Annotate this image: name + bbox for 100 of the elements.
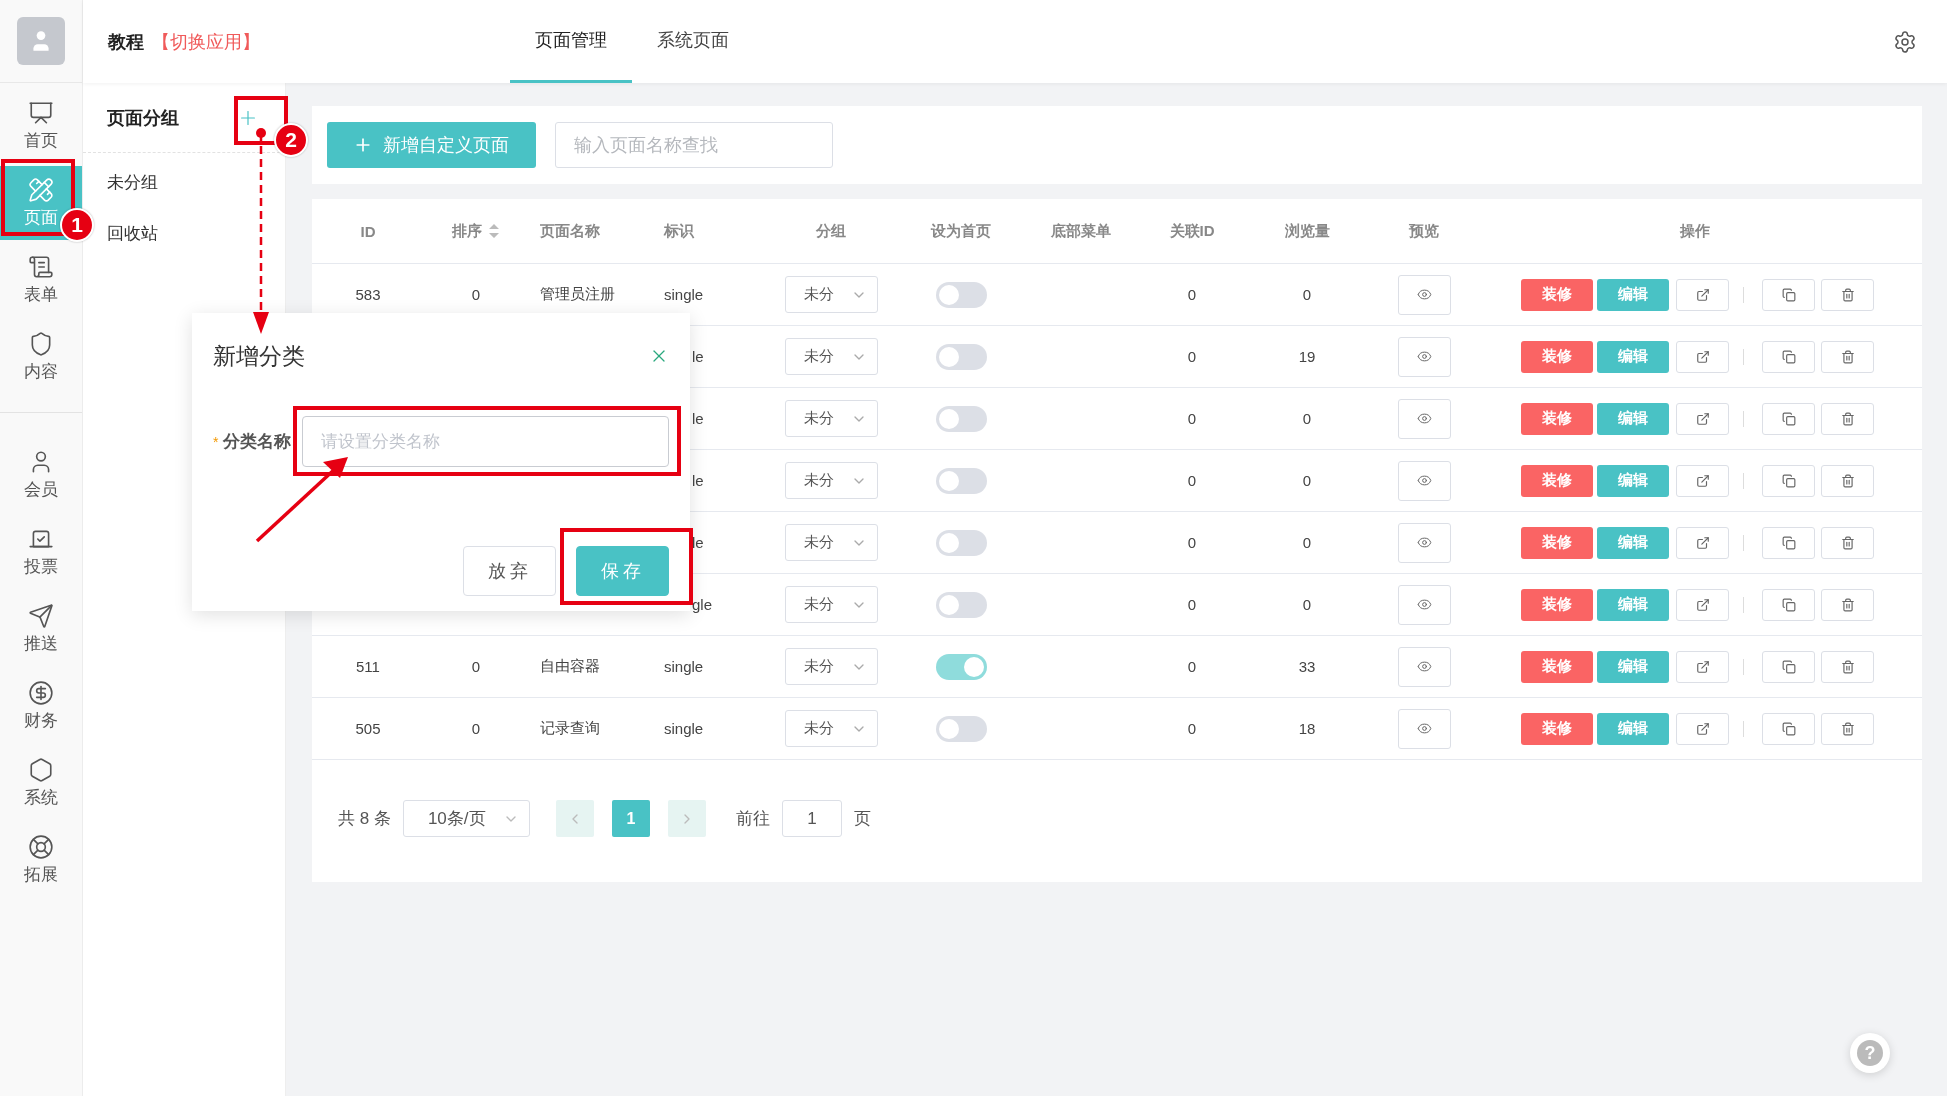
preview-button[interactable]	[1397, 708, 1451, 749]
copy-button[interactable]	[1762, 278, 1815, 311]
avatar[interactable]	[17, 17, 65, 65]
share-icon	[1695, 535, 1710, 550]
share-button[interactable]	[1676, 712, 1729, 745]
nav-item[interactable]: 首页	[0, 89, 82, 163]
page-size-select[interactable]: 10条/页	[402, 800, 530, 837]
table-cell: 0	[1302, 534, 1312, 551]
group-select[interactable]: 未分	[784, 338, 878, 375]
preview-button[interactable]	[1397, 460, 1451, 501]
delete-button[interactable]	[1821, 526, 1874, 559]
toggle-switch[interactable]	[935, 467, 987, 494]
share-icon	[1695, 597, 1710, 612]
column-header: 底部菜单	[1050, 221, 1112, 241]
nav-item[interactable]: 投票	[0, 515, 82, 589]
pencil-ruler-icon	[28, 177, 54, 203]
copy-button[interactable]	[1762, 650, 1815, 683]
group-select[interactable]: 未分	[784, 710, 878, 747]
column-header: 关联ID	[1168, 221, 1216, 241]
copy-button[interactable]	[1762, 712, 1815, 745]
share-button[interactable]	[1676, 588, 1729, 621]
nav-item[interactable]: 表单	[0, 243, 82, 317]
copy-icon	[1781, 535, 1796, 550]
share-button[interactable]	[1676, 278, 1729, 311]
eye-icon	[1416, 287, 1432, 302]
delete-button[interactable]	[1821, 464, 1874, 497]
share-button[interactable]	[1676, 650, 1729, 683]
share-button[interactable]	[1676, 402, 1729, 435]
dialog-title: 新增分类	[213, 341, 305, 371]
delete-button[interactable]	[1821, 340, 1874, 373]
eye-icon	[1416, 535, 1432, 550]
delete-button[interactable]	[1821, 712, 1874, 745]
copy-icon	[1781, 659, 1796, 674]
copy-button[interactable]	[1762, 588, 1815, 621]
sort-icon[interactable]	[488, 223, 500, 239]
copy-button[interactable]	[1762, 464, 1815, 497]
group-select[interactable]: 未分	[784, 586, 878, 623]
table-cell: 0	[1187, 534, 1197, 551]
eye-icon	[1416, 721, 1432, 736]
lifebuoy-icon	[28, 834, 54, 860]
share-button[interactable]	[1676, 340, 1729, 373]
toggle-switch[interactable]	[935, 405, 987, 432]
delete-button[interactable]	[1821, 278, 1874, 311]
group-item[interactable]: 未分组	[107, 157, 158, 208]
toggle-switch[interactable]	[935, 281, 987, 308]
page-suffix: 页	[853, 808, 871, 830]
group-select[interactable]: 未分	[784, 648, 878, 685]
toggle-switch[interactable]	[935, 343, 987, 370]
toggle-switch[interactable]	[935, 591, 987, 618]
goto-page-field[interactable]: 1	[781, 800, 842, 837]
tab[interactable]: 系统页面	[632, 0, 754, 83]
delete-button[interactable]	[1821, 402, 1874, 435]
copy-button[interactable]	[1762, 340, 1815, 373]
preview-button[interactable]	[1397, 522, 1451, 563]
column-header[interactable]: 排序	[424, 221, 528, 241]
preview-button[interactable]	[1397, 646, 1451, 687]
tab[interactable]: 页面管理	[510, 0, 632, 83]
preview-button[interactable]	[1397, 398, 1451, 439]
category-name-field[interactable]: 请设置分类名称	[301, 416, 669, 467]
nav-item[interactable]: 推送	[0, 592, 82, 666]
table-cell: single	[664, 720, 704, 737]
nav-item[interactable]: 财务	[0, 669, 82, 743]
table-cell: 0	[1302, 286, 1312, 303]
share-icon	[1695, 473, 1710, 488]
trash-icon	[1840, 721, 1855, 736]
table-cell: le	[692, 472, 704, 489]
toggle-switch[interactable]	[935, 529, 987, 556]
share-button[interactable]	[1676, 526, 1729, 559]
share-icon	[1695, 411, 1710, 426]
nav-item[interactable]: 拓展	[0, 823, 82, 897]
copy-button[interactable]	[1762, 402, 1815, 435]
trash-icon	[1840, 411, 1855, 426]
eye-icon	[1416, 597, 1432, 612]
copy-button[interactable]	[1762, 526, 1815, 559]
group-select[interactable]: 未分	[784, 400, 878, 437]
table-cell: 0	[1302, 410, 1312, 427]
delete-button[interactable]	[1821, 650, 1874, 683]
table-cell: 0	[471, 286, 481, 303]
group-select[interactable]: 未分	[784, 524, 878, 561]
preview-button[interactable]	[1397, 336, 1451, 377]
delete-button[interactable]	[1821, 588, 1874, 621]
group-select[interactable]: 未分	[784, 276, 878, 313]
group-item[interactable]: 回收站	[107, 208, 158, 259]
search-field[interactable]: 输入页面名称查找	[555, 122, 833, 168]
toggle-switch[interactable]	[935, 715, 987, 742]
trash-icon	[1840, 597, 1855, 612]
preview-button[interactable]	[1397, 584, 1451, 625]
column-header: 操作	[1679, 221, 1711, 241]
nav-item[interactable]: 内容	[0, 320, 82, 394]
cancel-button[interactable]: 放弃	[463, 546, 556, 596]
table-cell: 511	[356, 658, 380, 675]
preview-button[interactable]	[1397, 274, 1451, 315]
toggle-switch[interactable]	[935, 653, 987, 680]
settings-icon[interactable]	[1893, 29, 1917, 54]
trash-icon	[1840, 473, 1855, 488]
share-icon	[1695, 287, 1710, 302]
nav-item[interactable]: 会员	[0, 438, 82, 512]
nav-item[interactable]: 系统	[0, 746, 82, 820]
share-button[interactable]	[1676, 464, 1729, 497]
group-select[interactable]: 未分	[784, 462, 878, 499]
